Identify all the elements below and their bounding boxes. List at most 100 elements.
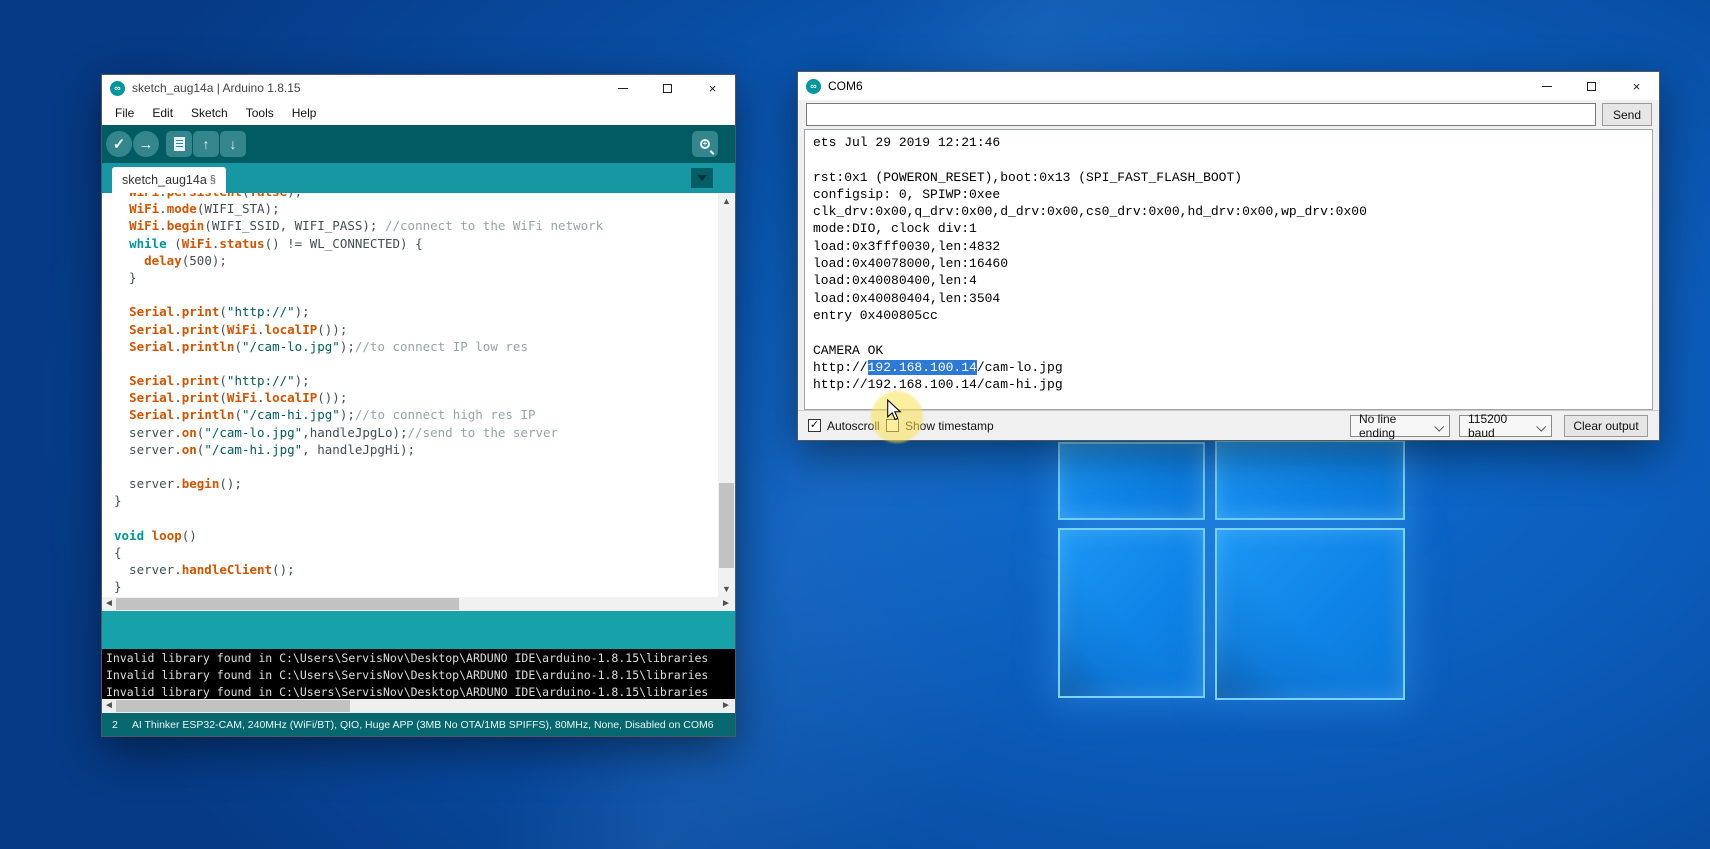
menu-edit[interactable]: Edit [143, 106, 182, 120]
serial-monitor-button[interactable]: + [692, 131, 718, 157]
menu-file[interactable]: File [106, 106, 143, 120]
serial-monitor-window: ∞ COM6 × Send ets Jul 29 2019 12:21:46 r… [797, 71, 1660, 441]
code-line: delay(500); [114, 253, 603, 270]
serial-output-line: rst:0x1 (POWERON_RESET),boot:0x13 (SPI_F… [813, 170, 1652, 187]
maximize-button[interactable] [645, 75, 690, 101]
code-line: while (WiFi.status() != WL_CONNECTED) { [114, 236, 603, 253]
console-scroll-thumb[interactable] [116, 700, 350, 712]
scroll-left-icon[interactable]: ◄ [102, 597, 116, 611]
toolbar: ✓ → ↑ ↓ + [102, 125, 735, 163]
open-button[interactable]: ↑ [193, 131, 219, 157]
verify-button[interactable]: ✓ [106, 131, 132, 157]
menu-tools[interactable]: Tools [237, 106, 283, 120]
autoscroll-checkbox[interactable]: ✓ [808, 419, 821, 432]
scroll-right-icon[interactable]: ► [719, 597, 733, 611]
serial-output-line: entry 0x400805cc [813, 308, 1652, 325]
maximize-icon [1587, 82, 1596, 91]
serial-output-line: ets Jul 29 2019 12:21:46 [813, 135, 1652, 152]
upload-button[interactable]: → [133, 131, 159, 157]
console-line: Invalid library found in C:\Users\Servis… [106, 685, 735, 699]
code-line: { [114, 545, 603, 562]
serial-output-line [813, 325, 1652, 342]
code-line: Serial.println("/cam-lo.jpg");//to conne… [114, 339, 603, 356]
arduino-titlebar[interactable]: ∞ sketch_aug14a | Arduino 1.8.15 × [102, 75, 735, 101]
menu-sketch[interactable]: Sketch [182, 106, 237, 120]
code-line: server.handleClient(); [114, 562, 603, 579]
serial-titlebar[interactable]: ∞ COM6 × [798, 72, 1659, 100]
code-lines: WiFi.persistent(false); WiFi.mode(WIFI_S… [114, 193, 603, 597]
line-ending-select[interactable]: No line ending [1350, 415, 1450, 437]
menu-help[interactable]: Help [283, 106, 326, 120]
vertical-scroll-thumb[interactable] [719, 483, 734, 568]
baud-rate-select[interactable]: 115200 baud [1459, 415, 1552, 437]
minimize-button[interactable] [1524, 72, 1569, 100]
maximize-icon [663, 84, 672, 93]
code-line: Serial.print("http://"); [114, 373, 603, 390]
windows-logo [1055, 438, 1407, 700]
arduino-window-title: sketch_aug14a | Arduino 1.8.15 [132, 81, 301, 95]
new-sketch-button[interactable] [166, 131, 192, 157]
tab-sketch-aug14a[interactable]: sketch_aug14a § [112, 167, 226, 193]
upload-icon: → [139, 136, 154, 153]
close-button[interactable]: × [1614, 72, 1659, 100]
serial-output-line [813, 152, 1652, 169]
editor-status-band [102, 611, 735, 649]
selected-text: 192.168.100.14 [868, 360, 977, 375]
serial-output-line: load:0x40080400,len:4 [813, 273, 1652, 290]
serial-output-line: load:0x40080404,len:3504 [813, 291, 1652, 308]
code-line: WiFi.persistent(false); [114, 193, 603, 201]
save-button[interactable]: ↓ [220, 131, 246, 157]
code-line: WiFi.begin(WIFI_SSID, WIFI_PASS); //conn… [114, 218, 603, 235]
mouse-cursor [884, 399, 904, 421]
windows-logo-pane [1215, 528, 1405, 700]
serial-output-line: clk_drv:0x00,q_drv:0x00,d_drv:0x00,cs0_d… [813, 204, 1652, 221]
console-line: Invalid library found in C:\Users\Servis… [106, 651, 735, 668]
code-line [114, 287, 603, 304]
board-status-bar: 2 AI Thinker ESP32-CAM, 240MHz (WiFi/BT)… [102, 713, 735, 736]
verify-icon: ✓ [113, 135, 126, 153]
document-icon [174, 137, 185, 151]
close-icon: × [1633, 79, 1641, 94]
tab-label: sketch_aug14a [122, 173, 207, 187]
serial-input[interactable] [806, 103, 1596, 126]
code-line: Serial.print(WiFi.localIP()); [114, 322, 603, 339]
windows-logo-pane [1058, 528, 1205, 698]
menu-bar: File Edit Sketch Tools Help [102, 101, 735, 125]
scroll-left-icon[interactable]: ◄ [102, 699, 116, 713]
code-line [114, 511, 603, 528]
arduino-ide-window: ∞ sketch_aug14a | Arduino 1.8.15 × File … [101, 74, 736, 737]
baud-rate-value: 115200 baud [1468, 412, 1529, 440]
arduino-app-icon: ∞ [110, 81, 125, 96]
send-button[interactable]: Send [1602, 103, 1652, 126]
scroll-down-icon[interactable]: ▼ [718, 581, 735, 597]
horizontal-scroll-thumb[interactable] [116, 598, 459, 610]
code-line [114, 356, 603, 373]
code-line: WiFi.mode(WIFI_STA); [114, 201, 603, 218]
editor-vertical-scrollbar[interactable]: ▲ ▼ [718, 193, 735, 597]
code-editor[interactable]: WiFi.persistent(false); WiFi.mode(WIFI_S… [102, 193, 720, 597]
clear-output-button[interactable]: Clear output [1564, 415, 1648, 437]
serial-output[interactable]: ets Jul 29 2019 12:21:46 rst:0x1 (POWERO… [804, 129, 1653, 410]
scroll-right-icon[interactable]: ► [719, 699, 733, 713]
code-line: server.on("/cam-hi.jpg", handleJpgHi); [114, 442, 603, 459]
maximize-button[interactable] [1569, 72, 1614, 100]
serial-window-title: COM6 [828, 79, 863, 93]
serial-output-line: load:0x3fff0030,len:4832 [813, 239, 1652, 256]
tab-list-dropdown-button[interactable] [691, 168, 713, 188]
close-button[interactable]: × [690, 75, 735, 101]
send-row: Send [798, 100, 1659, 130]
code-line: server.begin(); [114, 476, 603, 493]
code-line: } [114, 270, 603, 287]
save-icon: ↓ [230, 136, 237, 152]
code-line [114, 459, 603, 476]
editor-horizontal-scrollbar[interactable]: ◄ ► [102, 597, 735, 611]
code-line: Serial.print(WiFi.localIP()); [114, 390, 603, 407]
open-icon: ↑ [203, 136, 210, 152]
serial-output-line: http://192.168.100.14/cam-hi.jpg [813, 377, 1652, 394]
console-horizontal-scrollbar[interactable]: ◄ ► [102, 699, 735, 713]
minimize-icon [1542, 86, 1552, 87]
minimize-button[interactable] [600, 75, 645, 101]
code-line: server.on("/cam-lo.jpg",handleJpgLo);//s… [114, 425, 603, 442]
serial-output-line: http://192.168.100.14/cam-lo.jpg [813, 360, 1652, 377]
scroll-up-icon[interactable]: ▲ [718, 193, 735, 209]
